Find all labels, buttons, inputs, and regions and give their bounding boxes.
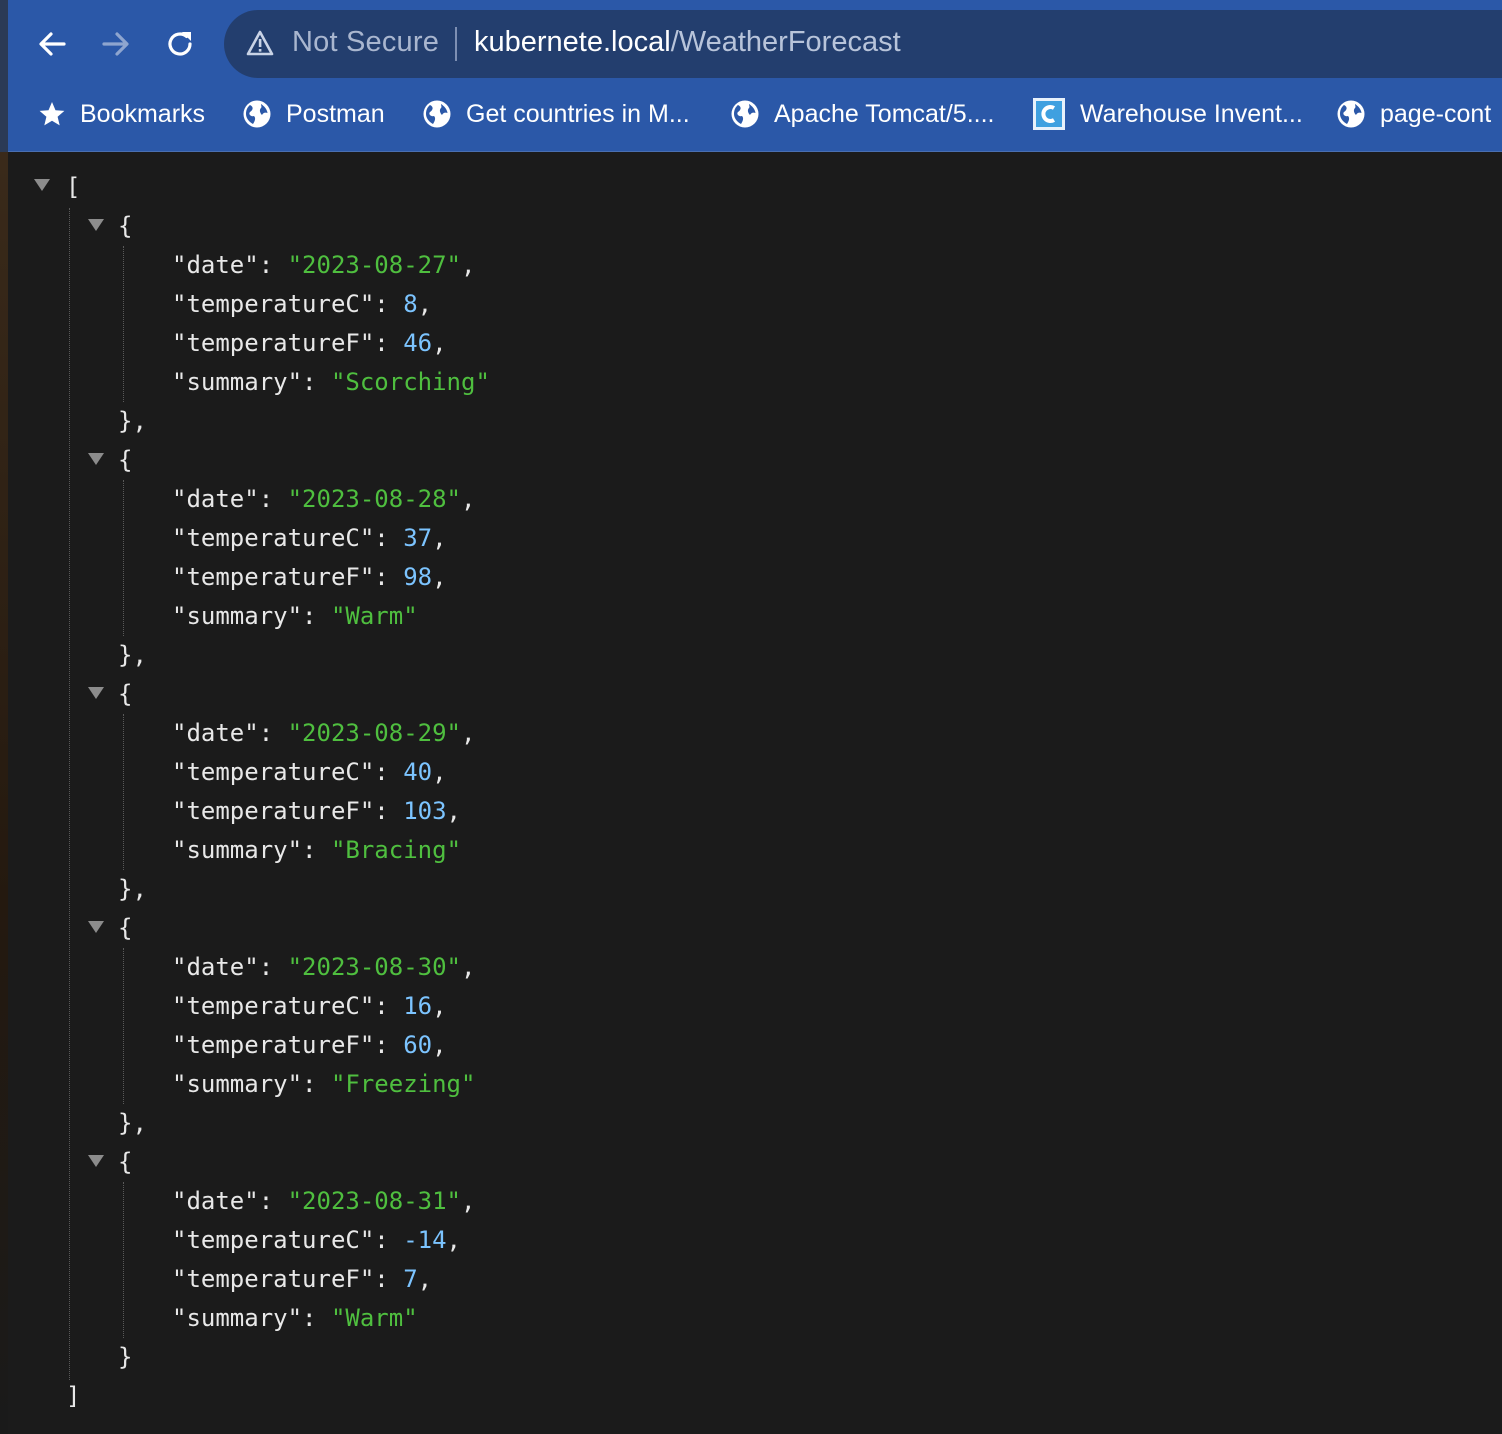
temperature-c-value: 8	[403, 290, 418, 318]
bookmark-get-countries[interactable]: Get countries in M...	[422, 88, 690, 140]
object-open-brace: {	[118, 212, 133, 240]
collapse-object-toggle[interactable]	[88, 921, 104, 933]
json-row-date: "date": "2023-08-29",	[172, 719, 476, 747]
bookmark-bookmarks[interactable]: Bookmarks	[38, 88, 205, 140]
object-open-brace: {	[118, 1148, 133, 1176]
bookmark-label: Get countries in M...	[466, 99, 690, 128]
json-row-summary: "summary": "Bracing"	[172, 836, 462, 864]
app-icon	[1033, 98, 1065, 130]
temperature-f-value: 46	[403, 329, 433, 357]
object-open-brace: {	[118, 446, 133, 474]
window-edge	[0, 0, 8, 1434]
url-text[interactable]: kubernete.local/WeatherForecast	[474, 26, 901, 59]
bookmark-label: Warehouse Invent...	[1080, 99, 1303, 128]
url-host: kubernete.local	[474, 26, 671, 58]
array-guide-line	[69, 208, 70, 1380]
date-value: 2023-08-31	[302, 1187, 447, 1215]
object-guide-line	[123, 714, 124, 870]
bookmark-label: Apache Tomcat/5....	[774, 99, 995, 128]
reload-button[interactable]	[158, 22, 202, 66]
warning-icon[interactable]	[246, 30, 274, 56]
bookmarks-bar: Bookmarks Postman Get countries in M...	[8, 88, 1502, 140]
object-close-brace: },	[118, 875, 147, 903]
address-bar[interactable]: Not Secure kubernete.local/WeatherForeca…	[224, 10, 1502, 78]
date-value: 2023-08-27	[302, 251, 447, 279]
temperature-f-value: 60	[403, 1031, 433, 1059]
json-row-temperature-f: "temperatureF": 60,	[172, 1031, 447, 1059]
summary-value: Freezing	[345, 1070, 461, 1098]
object-open-brace: {	[118, 914, 133, 942]
bookmark-page-content[interactable]: page-cont	[1336, 88, 1491, 140]
object-guide-line	[123, 246, 124, 402]
array-open-bracket: [	[66, 173, 81, 201]
globe-icon	[731, 100, 759, 128]
json-row-summary: "summary": "Warm"	[172, 602, 418, 630]
json-row-summary: "summary": "Scorching"	[172, 368, 490, 396]
json-row-temperature-f: "temperatureF": 7,	[172, 1265, 433, 1293]
json-row-date: "date": "2023-08-28",	[172, 485, 476, 513]
object-guide-line	[123, 948, 124, 1104]
array-close-bracket: ]	[66, 1382, 81, 1410]
collapse-object-toggle[interactable]	[88, 453, 104, 465]
temperature-f-value: 103	[403, 797, 447, 825]
json-row-temperature-c: "temperatureC": -14,	[172, 1226, 461, 1254]
json-row-temperature-c: "temperatureC": 8,	[172, 290, 433, 318]
bookmark-apache-tomcat[interactable]: Apache Tomcat/5....	[730, 88, 995, 140]
json-row-temperature-c: "temperatureC": 37,	[172, 524, 447, 552]
object-close-brace: },	[118, 407, 147, 435]
json-row-summary: "summary": "Warm"	[172, 1304, 418, 1332]
object-guide-line	[123, 1182, 124, 1338]
globe-icon	[423, 100, 451, 128]
date-value: 2023-08-30	[302, 953, 447, 981]
object-guide-line	[123, 480, 124, 636]
collapse-object-toggle[interactable]	[88, 1155, 104, 1167]
object-open-brace: {	[118, 680, 133, 708]
json-row-temperature-f: "temperatureF": 46,	[172, 329, 447, 357]
date-value: 2023-08-29	[302, 719, 447, 747]
bookmark-label: page-cont	[1380, 99, 1492, 128]
globe-icon	[243, 100, 271, 128]
arrow-left-icon	[39, 32, 66, 56]
summary-value: Bracing	[345, 836, 447, 864]
temperature-c-value: 37	[403, 524, 433, 552]
json-row-date: "date": "2023-08-27",	[172, 251, 476, 279]
summary-value: Warm	[345, 1304, 404, 1332]
collapse-object-toggle[interactable]	[88, 219, 104, 231]
summary-value: Scorching	[345, 368, 476, 396]
temperature-f-value: 98	[403, 563, 433, 591]
forward-button[interactable]	[94, 22, 138, 66]
star-icon	[39, 102, 65, 126]
temperature-c-value: 16	[403, 992, 433, 1020]
object-close-brace: }	[118, 1343, 133, 1371]
json-viewer: [ { "date": "2023-08-27", "temperatureC"…	[8, 152, 1502, 1434]
bookmark-label: Bookmarks	[80, 99, 206, 128]
temperature-c-value: -14	[403, 1226, 447, 1254]
object-close-brace: },	[118, 1109, 147, 1137]
json-row-temperature-c: "temperatureC": 16,	[172, 992, 447, 1020]
temperature-c-value: 40	[403, 758, 433, 786]
json-row-summary: "summary": "Freezing"	[172, 1070, 476, 1098]
reload-icon	[168, 32, 192, 56]
json-row-temperature-f: "temperatureF": 98,	[172, 563, 447, 591]
collapse-array-toggle[interactable]	[34, 179, 50, 191]
json-row-temperature-c: "temperatureC": 40,	[172, 758, 447, 786]
date-value: 2023-08-28	[302, 485, 447, 513]
url-path: /WeatherForecast	[670, 26, 901, 58]
back-button[interactable]	[30, 22, 74, 66]
json-row-date: "date": "2023-08-31",	[172, 1187, 476, 1215]
bookmark-postman[interactable]: Postman	[242, 88, 385, 140]
security-status[interactable]: Not Secure	[292, 26, 439, 59]
temperature-f-value: 7	[403, 1265, 418, 1293]
collapse-object-toggle[interactable]	[88, 687, 104, 699]
summary-value: Warm	[345, 602, 404, 630]
json-row-date: "date": "2023-08-30",	[172, 953, 476, 981]
object-close-brace: },	[118, 641, 147, 669]
address-divider	[455, 27, 457, 61]
bookmark-label: Postman	[286, 99, 385, 128]
globe-icon	[1337, 100, 1365, 128]
json-row-temperature-f: "temperatureF": 103,	[172, 797, 461, 825]
bookmark-warehouse-inventory[interactable]: Warehouse Invent...	[1032, 88, 1303, 140]
browser-toolbar: Not Secure kubernete.local/WeatherForeca…	[8, 0, 1502, 152]
arrow-right-icon	[102, 32, 129, 56]
